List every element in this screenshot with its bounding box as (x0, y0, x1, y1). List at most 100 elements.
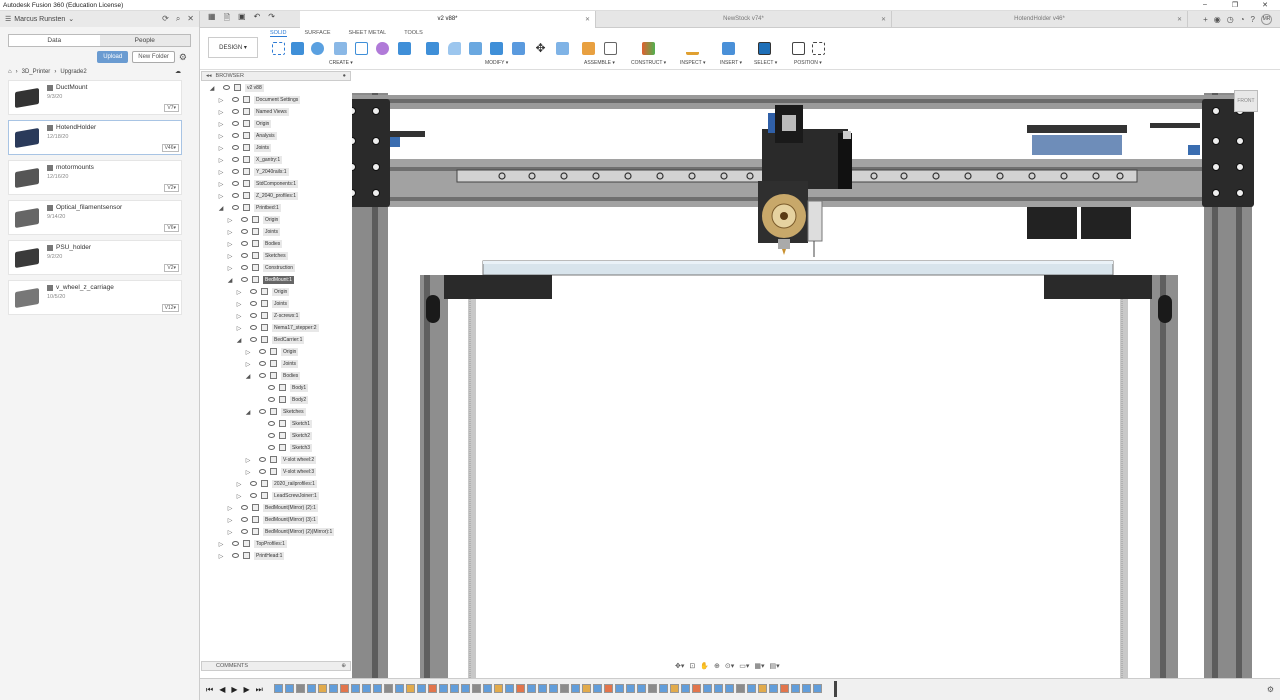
tree-node[interactable]: ▷ Origin (201, 286, 351, 298)
go-to-start-icon[interactable]: ⏮ (206, 685, 213, 695)
visibility-eye-icon[interactable] (241, 241, 248, 246)
close-tab-icon[interactable]: ✕ (1177, 16, 1182, 23)
visibility-eye-icon[interactable] (232, 109, 239, 114)
user-menu[interactable]: ☰ Marcus Runsten ⌄ (5, 15, 74, 24)
doc-tab[interactable]: HotendHolder v46* ✕ (892, 10, 1188, 28)
add-comment-icon[interactable]: ⊕ (341, 663, 346, 669)
visibility-eye-icon[interactable] (250, 337, 257, 342)
timeline-feature-icon[interactable] (340, 684, 349, 693)
file-icon[interactable]: 🗎 (224, 12, 230, 26)
expand-arrow-icon[interactable]: ◢ (245, 373, 251, 380)
create-sketch-icon[interactable] (272, 42, 285, 55)
grid-settings-icon[interactable]: ▦▾ (754, 662, 764, 670)
fillet-icon[interactable] (448, 42, 461, 55)
visibility-eye-icon[interactable] (250, 313, 257, 318)
timeline-feature-icon[interactable] (296, 684, 305, 693)
timeline-feature-icon[interactable] (549, 684, 558, 693)
home-icon[interactable]: ⌂ (8, 69, 12, 75)
group-create[interactable]: CREATE ▾ (329, 60, 353, 66)
expand-arrow-icon[interactable]: ▷ (245, 361, 251, 368)
timeline-feature-icon[interactable] (329, 684, 338, 693)
visibility-eye-icon[interactable] (223, 85, 230, 90)
tree-node[interactable]: Body2 (201, 394, 351, 406)
move-icon[interactable]: ✥ (534, 42, 547, 55)
visibility-eye-icon[interactable] (268, 421, 275, 426)
timeline-feature-icon[interactable] (285, 684, 294, 693)
revolve-icon[interactable] (311, 42, 324, 55)
tab-data[interactable]: Data (9, 35, 100, 46)
visibility-eye-icon[interactable] (241, 265, 248, 270)
undo-icon[interactable]: ↶ (254, 12, 261, 26)
display-settings-icon[interactable]: ▭▾ (739, 662, 749, 670)
tree-node[interactable]: ◢ Printbed:1 (201, 202, 351, 214)
visibility-eye-icon[interactable] (259, 409, 266, 414)
version-badge[interactable]: V2▾ (164, 264, 179, 272)
select-icon[interactable] (758, 42, 771, 55)
timeline-feature-icon[interactable] (483, 684, 492, 693)
expand-arrow-icon[interactable]: ▷ (218, 553, 224, 560)
expand-arrow-icon[interactable]: ▷ (245, 349, 251, 356)
tree-node[interactable]: ▷ Document Settings (201, 94, 351, 106)
cloud-icon[interactable]: ☁ (175, 68, 181, 75)
expand-arrow-icon[interactable]: ◢ (245, 409, 251, 416)
file-item[interactable]: HotendHolder 12/18/20 V46▾ (8, 120, 182, 155)
gear-icon[interactable]: ⚙ (179, 52, 187, 63)
timeline-feature-icon[interactable] (362, 684, 371, 693)
expand-arrow-icon[interactable]: ▷ (227, 517, 233, 524)
timeline-settings-icon[interactable]: ⚙ (1267, 685, 1274, 694)
tree-node[interactable]: ▷ Joints (201, 226, 351, 238)
timeline-feature-icon[interactable] (318, 684, 327, 693)
fit-icon[interactable]: ⊙▾ (725, 662, 734, 670)
expand-arrow-icon[interactable]: ▷ (236, 289, 242, 296)
timeline-feature-icon[interactable] (681, 684, 690, 693)
timeline-feature-icon[interactable] (395, 684, 404, 693)
tree-node[interactable]: Sketch2 (201, 430, 351, 442)
file-item[interactable]: PSU_holder 9/2/20 V2▾ (8, 240, 182, 275)
group-construct[interactable]: CONSTRUCT ▾ (631, 60, 666, 66)
scale-icon[interactable] (512, 42, 525, 55)
hole-icon[interactable] (334, 42, 347, 55)
close-tab-icon[interactable]: ✕ (881, 16, 886, 23)
delete-icon[interactable] (556, 42, 569, 55)
expand-arrow-icon[interactable]: ▷ (218, 181, 224, 188)
visibility-eye-icon[interactable] (232, 553, 239, 558)
expand-arrow-icon[interactable]: ◢ (209, 85, 215, 92)
tree-node[interactable]: ◢ Sketches (201, 406, 351, 418)
new-component-icon[interactable] (582, 42, 595, 55)
tree-node[interactable]: ▷ Origin (201, 214, 351, 226)
tree-node[interactable]: ▷ PrintHead:1 (201, 550, 351, 562)
visibility-eye-icon[interactable] (250, 289, 257, 294)
tree-node[interactable]: ▷ Construction (201, 262, 351, 274)
expand-arrow-icon[interactable]: ▷ (227, 265, 233, 272)
press-pull-icon[interactable] (426, 42, 439, 55)
visibility-eye-icon[interactable] (232, 97, 239, 102)
group-position[interactable]: POSITION ▾ (794, 60, 822, 66)
expand-arrow-icon[interactable]: ▷ (236, 301, 242, 308)
timeline-feature-icon[interactable] (461, 684, 470, 693)
visibility-eye-icon[interactable] (232, 181, 239, 186)
timeline-feature-icon[interactable] (373, 684, 382, 693)
visibility-eye-icon[interactable] (232, 133, 239, 138)
expand-arrow-icon[interactable]: ◢ (236, 337, 242, 344)
timeline-feature-icon[interactable] (494, 684, 503, 693)
tree-node[interactable]: ▷ V-slot wheel:2 (201, 454, 351, 466)
timeline-feature-icon[interactable] (703, 684, 712, 693)
visibility-eye-icon[interactable] (259, 361, 266, 366)
tree-node[interactable]: ◢ BedCarrier:1 (201, 334, 351, 346)
tree-node[interactable]: ▷ X_gantry:1 (201, 154, 351, 166)
expand-arrow-icon[interactable]: ▷ (218, 109, 224, 116)
timeline-feature-icon[interactable] (736, 684, 745, 693)
visibility-eye-icon[interactable] (241, 529, 248, 534)
visibility-eye-icon[interactable] (259, 349, 266, 354)
timeline-feature-icon[interactable] (615, 684, 624, 693)
visibility-eye-icon[interactable] (241, 217, 248, 222)
expand-arrow-icon[interactable]: ▷ (218, 169, 224, 176)
tree-node[interactable]: ◢ BedMount:1 (201, 274, 351, 286)
joint-icon[interactable] (604, 42, 617, 55)
group-modify[interactable]: MODIFY ▾ (485, 60, 508, 66)
step-forward-icon[interactable]: ▶ (244, 685, 250, 695)
step-back-icon[interactable]: ◀ (219, 685, 225, 695)
version-badge[interactable]: V12▾ (161, 304, 179, 312)
visibility-eye-icon[interactable] (232, 121, 239, 126)
chamfer-icon[interactable] (469, 42, 482, 55)
